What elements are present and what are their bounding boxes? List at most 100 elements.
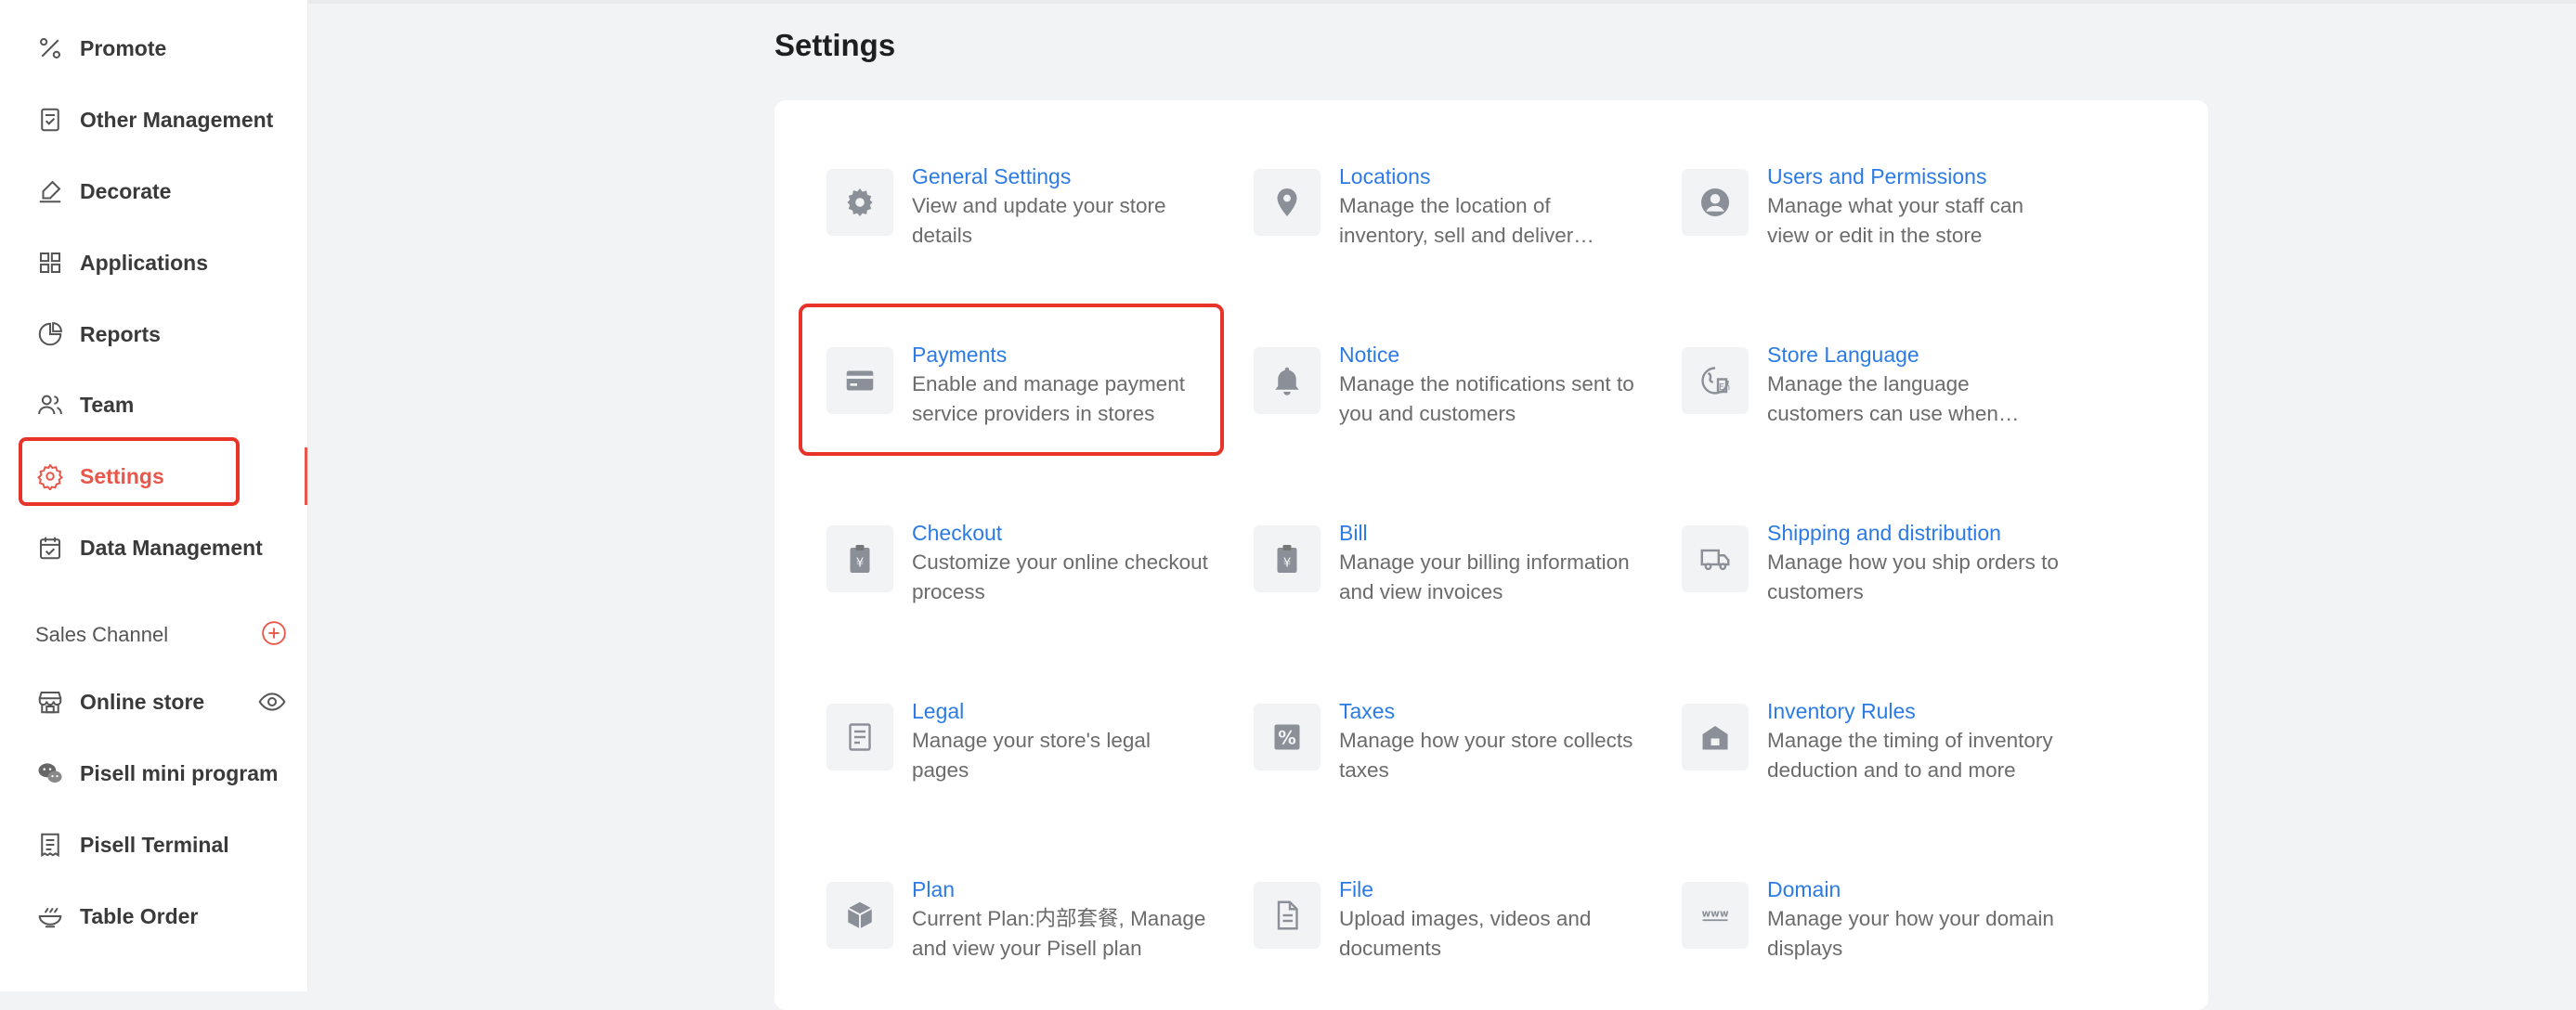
document-icon xyxy=(826,704,893,770)
card-title: Notice xyxy=(1339,343,1400,367)
card-title: Checkout xyxy=(912,521,1003,545)
settings-card-users-and-permissions[interactable]: Users and Permissions Manage what your s… xyxy=(1682,160,2072,290)
settings-card-notice[interactable]: Notice Manage the notifications sent to … xyxy=(1254,338,1644,468)
active-indicator xyxy=(305,447,307,505)
sidebar-item-team[interactable]: Team xyxy=(0,375,308,434)
card-description: Manage the notifications sent to you and… xyxy=(1339,372,1634,425)
yen-clipboard-icon: ¥ xyxy=(826,525,893,592)
settings-card-locations[interactable]: Locations Manage the location of invento… xyxy=(1254,160,1644,290)
card-description: Manage how you ship orders to customers xyxy=(1767,550,2059,603)
settings-card-store-language[interactable]: En Store Language Manage the language cu… xyxy=(1682,338,2072,468)
card-title: Taxes xyxy=(1339,699,1396,723)
card-description: Manage your how your domain displays xyxy=(1767,907,2054,960)
card-title: Plan xyxy=(912,877,956,901)
sidebar-item-applications[interactable]: Applications xyxy=(0,233,308,292)
truck-icon xyxy=(1682,525,1749,592)
file-icon xyxy=(1254,882,1321,949)
clipboard-icon xyxy=(35,105,65,135)
sidebar-item-label: Applications xyxy=(80,250,209,275)
settings-card-file[interactable]: File Upload images, videos and documents xyxy=(1254,873,1644,1003)
location-pin-icon xyxy=(1254,169,1321,236)
card-description: Manage what your staff can view or edit … xyxy=(1767,194,2023,247)
sidebar-item-other-management[interactable]: Other Management xyxy=(0,90,308,149)
pie-chart-icon xyxy=(35,319,65,349)
card-description: View and update your store details xyxy=(912,194,1166,247)
card-title: Legal xyxy=(912,699,965,723)
team-icon xyxy=(35,390,65,420)
settings-highlight-box xyxy=(19,437,240,506)
svg-text:¥: ¥ xyxy=(1283,555,1292,570)
top-border xyxy=(0,0,2576,4)
sidebar-item-label: Promote xyxy=(80,35,167,60)
sidebar-item-label: Reports xyxy=(80,321,161,346)
sidebar-item-label: Decorate xyxy=(80,178,172,203)
settings-card-plan[interactable]: Plan Current Plan:内部套餐, Manage and view … xyxy=(826,873,1216,1003)
user-circle-icon xyxy=(1682,169,1749,236)
add-channel-icon[interactable] xyxy=(260,619,288,652)
sidebar-item-label: Team xyxy=(80,392,135,417)
yen-clipboard-icon: ¥ xyxy=(1254,525,1321,592)
card-description: Manage your store's legal pages xyxy=(912,729,1151,782)
store-icon xyxy=(35,687,65,717)
sales-channel-header: Sales Channel xyxy=(35,607,288,663)
svg-text:%: % xyxy=(1278,728,1296,749)
card-description: Current Plan:内部套餐, Manage and view your … xyxy=(912,907,1206,960)
sidebar-item-label: Online store xyxy=(80,689,205,714)
language-icon: En xyxy=(1682,347,1749,414)
payments-highlight-box xyxy=(799,304,1224,456)
settings-card-legal[interactable]: Legal Manage your store's legal pages xyxy=(826,694,1216,824)
svg-text:¥: ¥ xyxy=(856,555,865,570)
page-title: Settings xyxy=(774,28,896,62)
card-description: Manage the language customers can use wh… xyxy=(1767,372,1998,425)
sidebar-item-label: Table Order xyxy=(80,903,199,928)
settings-card-checkout[interactable]: ¥ Checkout Customize your online checkou… xyxy=(826,516,1216,646)
warehouse-icon xyxy=(1682,704,1749,770)
settings-card-domain[interactable]: www Domain Manage your how your domain d… xyxy=(1682,873,2072,1003)
card-title: Domain xyxy=(1767,877,1841,901)
sidebar-item-promote[interactable]: Promote xyxy=(0,19,308,78)
settings-card-bill[interactable]: ¥ Bill Manage your billing information a… xyxy=(1254,516,1644,646)
sidebar: Promote Other Management Decorate Applic… xyxy=(0,0,308,991)
card-title: Inventory Rules xyxy=(1767,699,1916,723)
svg-text:En: En xyxy=(1719,382,1730,393)
wechat-icon xyxy=(35,758,65,788)
card-title: Users and Permissions xyxy=(1767,164,1987,188)
card-title: Shipping and distribution xyxy=(1767,521,2001,545)
grid-icon xyxy=(35,248,65,278)
sidebar-item-decorate[interactable]: Decorate xyxy=(0,162,308,221)
sidebar-item-reports[interactable]: Reports xyxy=(0,304,308,364)
percent-box-icon: % xyxy=(1254,704,1321,770)
settings-card-general-settings[interactable]: General Settings View and update your st… xyxy=(826,160,1216,290)
sidebar-item-label: Data Management xyxy=(80,535,263,560)
sidebar-item-table-order[interactable]: Table Order xyxy=(0,887,308,946)
settings-card-shipping-and-distribution[interactable]: Shipping and distribution Manage how you… xyxy=(1682,516,2072,646)
card-description: Manage the location of inventory, sell a… xyxy=(1339,194,1574,247)
cube-icon xyxy=(826,882,893,949)
card-description: Customize your online checkout process xyxy=(912,550,1208,603)
gear-icon xyxy=(826,169,893,236)
settings-card-taxes[interactable]: % Taxes Manage how your store collects t… xyxy=(1254,694,1644,824)
settings-card-inventory-rules[interactable]: Inventory Rules Manage the timing of inv… xyxy=(1682,694,2072,824)
sidebar-item-online-store[interactable]: Online store xyxy=(0,672,308,732)
card-description: Manage the timing of inventory deduction… xyxy=(1767,729,2053,782)
sidebar-item-data-management[interactable]: Data Management xyxy=(0,518,308,577)
sales-channel-title: Sales Channel xyxy=(35,623,169,646)
bowl-icon xyxy=(35,901,65,931)
sidebar-item-label: Pisell mini program xyxy=(80,760,279,785)
sidebar-item-pisell-mini-program[interactable]: Pisell mini program xyxy=(0,744,308,803)
sidebar-item-label: Other Management xyxy=(80,107,274,132)
card-title: Store Language xyxy=(1767,343,1919,367)
sidebar-item-label: Pisell Terminal xyxy=(80,832,229,857)
card-title: Locations xyxy=(1339,164,1431,188)
card-description: Manage how your store collects taxes xyxy=(1339,729,1633,782)
eye-icon[interactable] xyxy=(256,686,288,718)
www-icon: www xyxy=(1682,882,1749,949)
card-title: Bill xyxy=(1339,521,1368,545)
sidebar-item-pisell-terminal[interactable]: Pisell Terminal xyxy=(0,815,308,874)
receipt-icon xyxy=(35,830,65,860)
percent-icon xyxy=(35,33,65,63)
card-description: Manage your billing information and view… xyxy=(1339,550,1630,603)
card-title: General Settings xyxy=(912,164,1072,188)
bell-icon xyxy=(1254,347,1321,414)
card-description: Upload images, videos and documents xyxy=(1339,907,1592,960)
